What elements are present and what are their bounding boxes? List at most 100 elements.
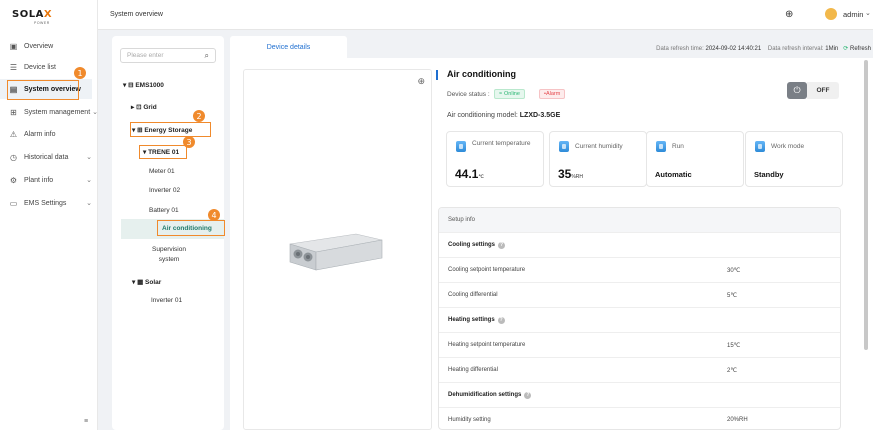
scrollbar[interactable]	[864, 60, 868, 350]
tree-node-inverter01[interactable]: Inverter 01	[151, 297, 182, 304]
card-current-temperature: Current temperature 44.1℃	[446, 131, 544, 187]
humidity-icon	[559, 141, 569, 152]
annotation-box-3	[139, 145, 187, 159]
help-icon: ?	[524, 391, 532, 399]
top-bar: System overview ⊕ admin ⌄	[98, 0, 873, 30]
tree-node-meter01[interactable]: Meter 01	[149, 168, 175, 175]
tree-node-supervision-system[interactable]: Supervision system	[151, 246, 187, 263]
tree-node-inverter02[interactable]: Inverter 02	[149, 187, 180, 194]
username[interactable]: admin	[843, 10, 863, 19]
help-icon: ?	[498, 241, 505, 249]
sidebar-item-label: Alarm info	[24, 130, 56, 138]
alarm-icon: ⚠	[9, 129, 18, 139]
power-button[interactable]: ⏻	[787, 82, 807, 99]
device-title: Air conditioning	[447, 69, 516, 79]
air-conditioner-image	[289, 233, 383, 271]
setup-header: Setup info	[439, 208, 840, 233]
card-current-humidity: Current humidity 35%RH	[549, 131, 647, 187]
dashboard-icon: ▣	[9, 41, 18, 51]
setup-row: Heating setpoint temperature 15℃	[439, 333, 840, 358]
card-value: 44.1℃	[455, 167, 484, 181]
avatar[interactable]	[825, 8, 837, 20]
power-icon: ⏻	[793, 85, 801, 95]
status-badge-online: ≈ Online	[494, 89, 525, 99]
history-icon: ◷	[10, 152, 17, 162]
list-icon: ☰	[9, 62, 18, 72]
tree-node-grid[interactable]: ▸ ⊡ Grid	[131, 103, 157, 111]
sidebar-item-label: EMS Settings	[24, 199, 67, 207]
card-label: Work mode	[771, 143, 805, 150]
title-accent-bar	[436, 70, 438, 80]
ems-icon: ⊟	[128, 82, 134, 89]
sidebar-item-system-management[interactable]: ⊞ System management ⌄	[0, 102, 98, 122]
refresh-button[interactable]: ⟳ Refresh	[843, 46, 871, 52]
device-detail-panel: ⊕ Air conditioning Device status : ≈ Onli…	[230, 58, 873, 430]
card-value: 35%RH	[558, 167, 584, 181]
thermometer-icon	[456, 141, 466, 152]
chevron-down-icon: ⌄	[86, 154, 92, 161]
sidebar-item-historical-data[interactable]: ◷ Historical data ⌄	[0, 147, 98, 167]
tree-node-battery01[interactable]: Battery 01	[149, 207, 179, 214]
setup-section-dehumidification: Dehumidification settings?	[439, 383, 840, 408]
annotation-badge-2: 2	[193, 110, 205, 122]
setup-row: Cooling differential 5℃	[439, 283, 840, 308]
power-state-off[interactable]: OFF	[807, 82, 839, 99]
sidebar-item-label: Historical data	[24, 153, 69, 161]
settings-icon: ▭	[9, 198, 18, 208]
sidebar-item-label: Plant info	[24, 176, 54, 184]
zoom-in-icon[interactable]: ⊕	[417, 76, 425, 87]
setup-row: Cooling setpoint temperature 30℃	[439, 258, 840, 283]
tree-node-solar[interactable]: ▾ ▦ Solar	[132, 278, 161, 286]
card-label: Run	[672, 143, 684, 150]
setup-row: Heating differential 2℃	[439, 358, 840, 383]
sidebar-item-alarm-info[interactable]: ⚠ Alarm info	[0, 124, 98, 144]
tree-search-input[interactable]: Please enter ⌕	[120, 48, 216, 63]
card-value: Automatic	[655, 170, 692, 179]
sidebar-item-label: Device list	[24, 63, 56, 71]
logo-subtitle: POWER	[34, 21, 50, 25]
search-icon[interactable]: ⌕	[205, 51, 209, 61]
device-image-box: ⊕	[243, 69, 432, 430]
refresh-icon: ⟳	[843, 46, 849, 52]
chevron-down-icon: ⌄	[86, 200, 92, 207]
sidebar-item-label: Overview	[24, 42, 54, 50]
work-mode-icon	[755, 141, 765, 152]
page-title: System overview	[110, 11, 163, 18]
refresh-info: Data refresh time: 2024-09-02 14:40:21 D…	[656, 46, 871, 52]
annotation-badge-1: 1	[74, 67, 86, 79]
status-badge-alarm: • Alarm	[539, 89, 566, 99]
tree-node-ems1000[interactable]: ▾ ⊟ EMS1000	[123, 81, 164, 89]
solax-logo: SOLAX	[12, 9, 53, 20]
sidebar-item-overview[interactable]: ▣ Overview	[0, 36, 98, 56]
card-label: Current humidity	[575, 143, 623, 150]
grid-icon: ⊡	[136, 104, 142, 111]
setup-info-table: Setup info Cooling settings? Cooling set…	[438, 207, 841, 430]
setup-row: Humidity setting 20%RH	[439, 408, 840, 429]
collapse-menu-icon[interactable]: ≡	[84, 418, 88, 425]
wifi-icon: ≈	[499, 91, 503, 97]
grid-icon: ⊞	[10, 107, 17, 117]
globe-icon[interactable]: ⊕	[785, 9, 793, 20]
sidebar-item-ems-settings[interactable]: ▭ EMS Settings ⌄	[0, 193, 98, 213]
annotation-badge-3: 3	[183, 136, 195, 148]
annotation-box-1	[7, 80, 79, 100]
card-run: Run Automatic	[646, 131, 744, 187]
sidebar-item-label: System management	[24, 108, 91, 116]
tab-device-details[interactable]: Device details	[230, 36, 347, 58]
chevron-down-icon[interactable]: ⌄	[865, 9, 871, 17]
device-status-label: Device status :	[447, 91, 490, 98]
card-value: Standby	[754, 170, 784, 179]
sidebar-item-plant-info[interactable]: ⚙ Plant info ⌄	[0, 170, 98, 190]
setup-section-cooling: Cooling settings?	[439, 233, 840, 258]
sidebar: SOLAX POWER ▣ Overview ☰ Device list ▤ Syst…	[0, 0, 98, 430]
help-icon: ?	[497, 316, 505, 324]
search-placeholder: Please enter	[127, 52, 164, 59]
setup-section-heating: Heating settings?	[439, 308, 840, 333]
annotation-box-2	[130, 122, 211, 137]
chevron-down-icon: ⌄	[92, 109, 98, 116]
tab-bar: Device details Data refresh time: 2024-0…	[230, 36, 873, 58]
gear-icon: ⚙	[9, 175, 18, 185]
annotation-badge-4: 4	[208, 209, 220, 221]
model-line: Air conditioning model: LZXD-3.5GE	[447, 112, 561, 119]
card-work-mode: Work mode Standby	[745, 131, 843, 187]
